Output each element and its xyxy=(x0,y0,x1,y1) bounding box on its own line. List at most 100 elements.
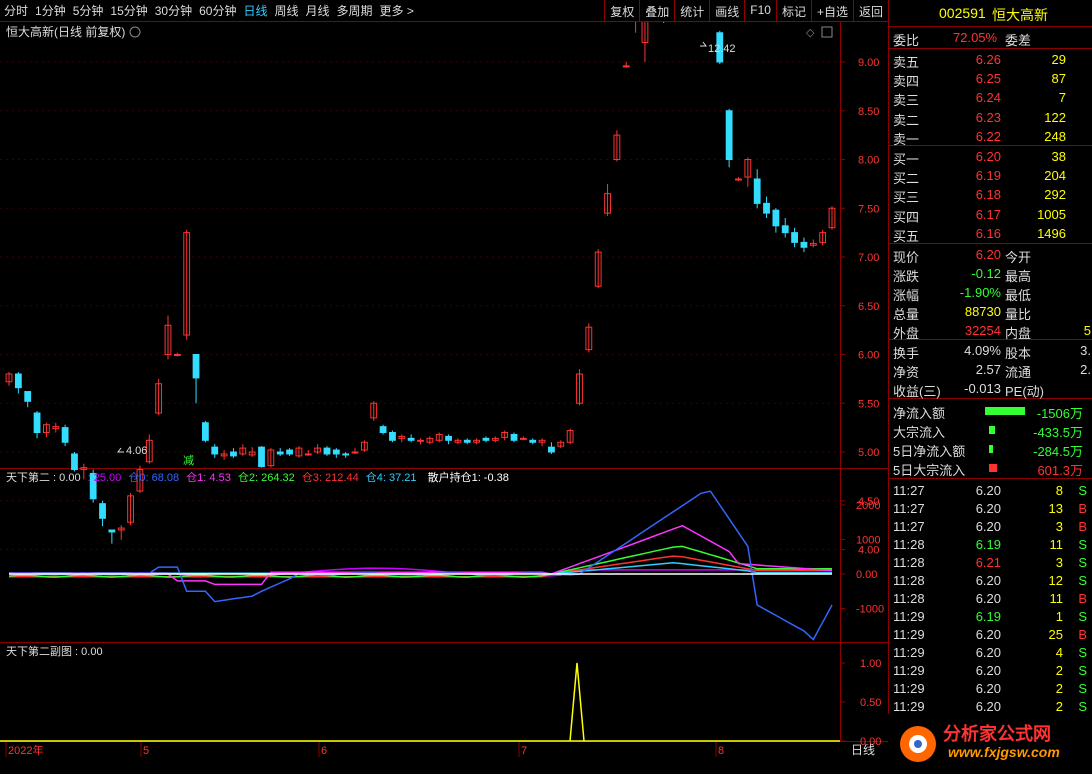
period-intraday[interactable]: 分时 xyxy=(4,2,28,19)
candlestick-series xyxy=(5,22,836,544)
candle xyxy=(809,239,817,248)
x-tick-label: 7 xyxy=(521,745,527,757)
candle xyxy=(519,436,527,441)
indicator1-legend: 天下第二 : 0.00 : 25.00 仓0: 68.08 仓1: 4.53 仓… xyxy=(6,470,509,484)
flow-bar xyxy=(989,464,997,472)
candle xyxy=(828,206,836,230)
candle xyxy=(781,218,789,238)
quote-panel: 002591 恒大高新 委比 72.05% 委差 卖五 6.26 29 卖四 6.25 8… xyxy=(888,0,1092,771)
candle xyxy=(594,249,602,289)
candle xyxy=(99,500,106,527)
diamond-icon: ◇ xyxy=(806,27,815,39)
period-15min[interactable]: 15分钟 xyxy=(110,2,147,19)
candle xyxy=(491,436,499,443)
candle xyxy=(351,448,359,454)
candle xyxy=(725,108,733,168)
y-tick-label: 6.00 xyxy=(858,350,879,362)
candle xyxy=(463,438,471,445)
candle xyxy=(267,448,275,468)
ind1-v3: 仓1: 4.53 xyxy=(186,470,231,484)
ask-row: 卖五 6.26 29 xyxy=(893,52,1066,70)
period-weekly[interactable]: 周线 xyxy=(274,2,298,19)
candle xyxy=(173,352,181,357)
period-label: 日线 xyxy=(851,743,875,757)
candle xyxy=(314,444,322,454)
candle xyxy=(286,448,293,456)
y-tick-label: 5.50 xyxy=(858,398,879,410)
candle xyxy=(239,444,247,456)
x-tick-label: 8 xyxy=(718,745,724,757)
bid-row: 买二 6.19 204 xyxy=(893,168,1066,187)
back-button[interactable]: 返回 xyxy=(852,0,888,22)
candle xyxy=(183,229,191,340)
candle xyxy=(71,452,78,472)
candle xyxy=(744,157,752,187)
candle xyxy=(510,432,518,443)
candle xyxy=(5,372,13,386)
candle xyxy=(753,169,761,209)
candle xyxy=(482,436,490,443)
candle xyxy=(43,422,50,438)
candle xyxy=(14,372,22,394)
draw-button[interactable]: 画线 xyxy=(709,0,744,22)
add-watchlist-button[interactable]: +自选 xyxy=(810,0,853,22)
kline-chart-area[interactable]: 12.0011.5011.0010.5010.009.509.008.508.0… xyxy=(0,22,888,771)
period-monthly[interactable]: 月线 xyxy=(306,2,330,19)
candle xyxy=(426,436,434,445)
stat-row: 外盘 32254 内盘 5 xyxy=(893,323,1091,341)
candle xyxy=(117,525,125,540)
tick-row: 11:27 6.20 13 B xyxy=(893,501,1087,516)
candle xyxy=(155,378,163,415)
tick-row: 11:28 6.21 3 S xyxy=(893,555,1087,570)
candle xyxy=(33,411,41,439)
period-daily[interactable]: 日线 xyxy=(243,2,267,19)
weibi-value: 72.05% xyxy=(953,30,998,45)
bid-row: 买三 6.18 292 xyxy=(893,187,1066,206)
candle xyxy=(454,438,462,445)
period-toolbar: 分时 1分钟 5分钟 15分钟 30分钟 60分钟 日线 周线 月线 多周期 更… xyxy=(0,0,888,22)
candle xyxy=(557,440,565,449)
tick-row: 11:27 6.20 3 B xyxy=(893,519,1087,534)
signal-spike xyxy=(569,662,585,742)
chevron-down-icon xyxy=(129,26,141,38)
period-more[interactable]: 更多 > xyxy=(380,2,414,19)
tick-row: 11:29 6.20 2 S xyxy=(893,663,1087,678)
y-tick-label: 6.50 xyxy=(858,301,879,313)
candle xyxy=(52,422,60,433)
period-60min[interactable]: 60分钟 xyxy=(199,2,236,19)
candle xyxy=(772,208,780,233)
maximize-icon xyxy=(821,26,833,38)
y-tick-label: 9.00 xyxy=(858,57,879,69)
period-multi[interactable]: 多周期 xyxy=(337,2,373,19)
overlay-button[interactable]: 叠加 xyxy=(639,0,674,22)
stat2-row: 净资 2.57 流通 2. xyxy=(893,362,1091,380)
stats-button[interactable]: 统计 xyxy=(674,0,709,22)
period-30min[interactable]: 30分钟 xyxy=(155,2,192,19)
candle xyxy=(635,22,637,33)
ind1-v5: 仓3: 212.44 xyxy=(302,470,359,484)
stat-row: 现价 6.20 今开 xyxy=(893,247,1032,265)
x-axis: 2022年 5 6 7 8 日线 xyxy=(5,742,875,757)
candle xyxy=(61,424,69,447)
candle xyxy=(585,323,593,353)
candle xyxy=(389,430,396,443)
mark-button[interactable]: 标记 xyxy=(775,0,811,22)
f10-button[interactable]: F10 xyxy=(744,0,776,22)
ask-row: 卖四 6.25 87 xyxy=(893,71,1066,90)
ind1-v2: 仓0: 68.08 xyxy=(128,470,179,484)
candle xyxy=(360,440,368,452)
indicator1-line xyxy=(8,490,833,641)
period-5min[interactable]: 5分钟 xyxy=(73,2,104,19)
candle xyxy=(323,446,331,456)
candle xyxy=(398,434,406,443)
candle xyxy=(576,369,583,406)
period-1min[interactable]: 1分钟 xyxy=(35,2,66,19)
adjust-button[interactable]: 复权 xyxy=(604,0,639,22)
candle xyxy=(332,448,340,458)
x-tick-label: 5 xyxy=(143,745,149,757)
weibi-row: 委比 72.05% 委差 xyxy=(893,30,1032,48)
tick-row: 11:28 6.20 12 S xyxy=(893,573,1087,588)
candle xyxy=(435,432,443,443)
tick-row: 11:29 6.20 4 S xyxy=(893,645,1087,660)
tool-buttons: 复权 叠加 统计 画线 F10 标记 +自选 返回 xyxy=(604,0,888,22)
